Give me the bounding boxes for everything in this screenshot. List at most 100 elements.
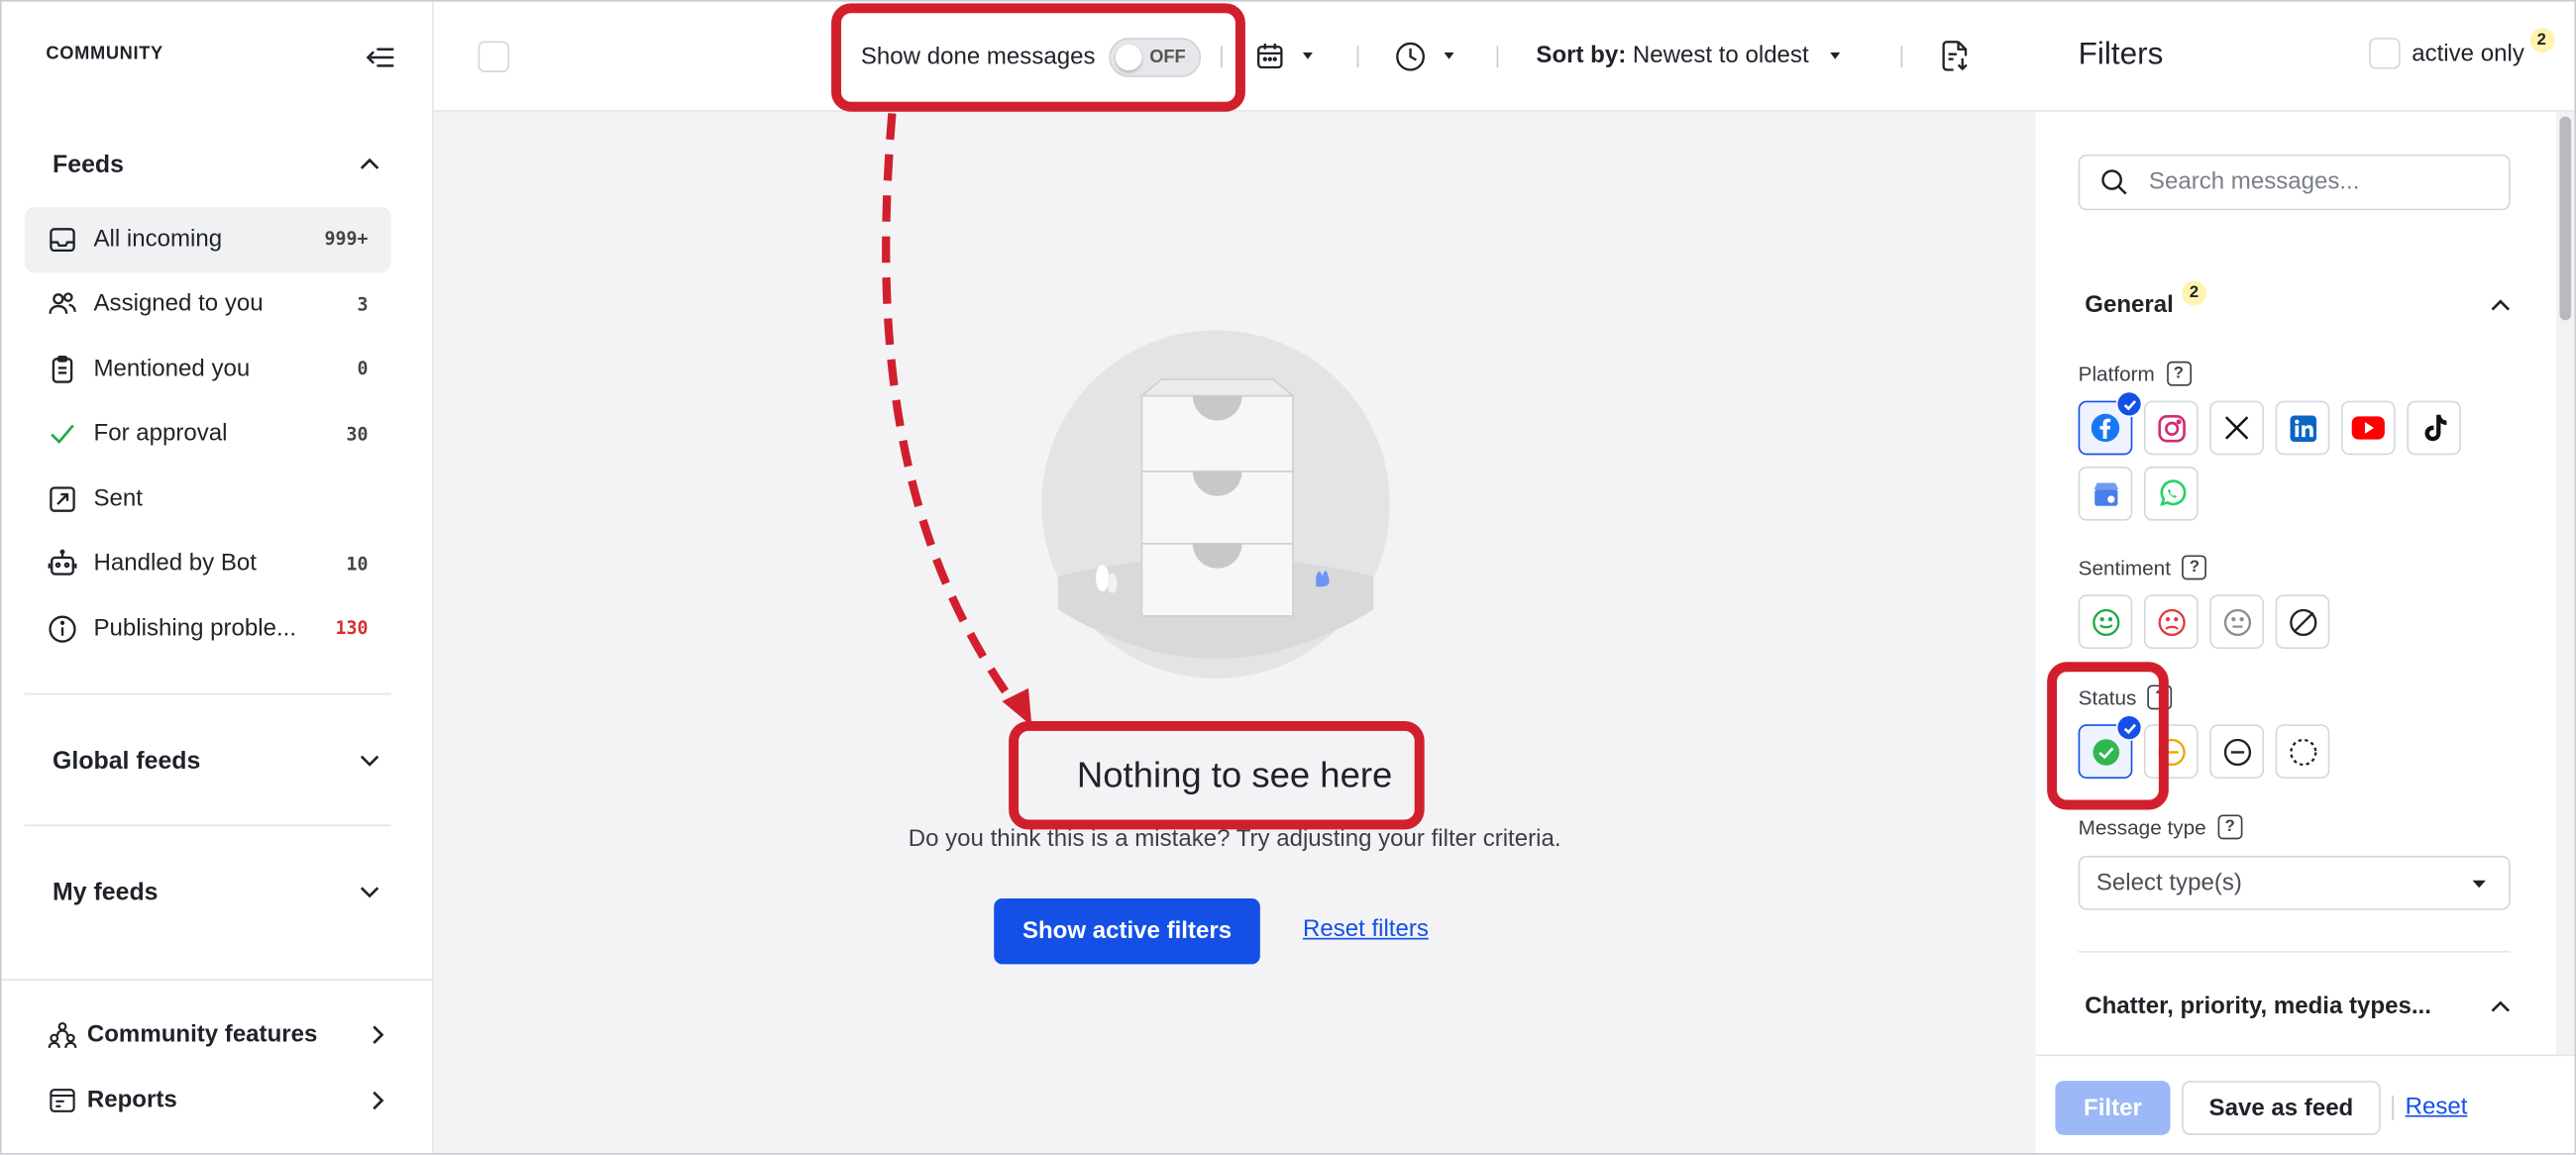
sentiment-neutral-chip[interactable] [2209, 594, 2264, 649]
main-content: Show done messages OFF Sort by: Newest t… [433, 1, 2036, 1154]
neutral-face-icon [2223, 608, 2251, 636]
global-feeds-section-header[interactable]: Global feeds [53, 741, 381, 781]
chevron-right-icon [373, 1091, 384, 1110]
message-type-label: Message type ? [2078, 814, 2243, 840]
minus-circle-icon [2223, 738, 2251, 766]
reports-icon [50, 1089, 75, 1112]
platform-facebook-chip[interactable] [2078, 390, 2143, 456]
sort-dropdown[interactable]: Sort by: Newest to oldest [1536, 38, 1848, 73]
filters-footer: Filter Save as feed Reset [2035, 1054, 2575, 1154]
feeds-section-header[interactable]: Feeds [53, 145, 381, 184]
sidebar-item-label: Assigned to you [93, 290, 264, 318]
chevron-up-icon [360, 158, 379, 169]
my-feeds-section-header[interactable]: My feeds [53, 873, 381, 912]
general-count-badge: 2 [2182, 280, 2206, 306]
sidebar-item-count: 3 [357, 293, 369, 315]
sidebar-item-publishing-problems[interactable]: Publishing proble... 130 [25, 596, 391, 661]
chatter-group-label: Chatter, priority, media types... [2085, 994, 2431, 1020]
message-type-select[interactable]: Select type(s) [2078, 855, 2511, 910]
show-active-filters-button[interactable]: Show active filters [994, 898, 1260, 965]
search-input[interactable] [2148, 168, 2495, 196]
feeds-title: Feeds [53, 150, 124, 178]
search-field[interactable] [2078, 154, 2511, 211]
toolbar-separator [1496, 46, 1499, 67]
sidebar-item-label: Sent [93, 485, 144, 512]
sentiment-none-chip[interactable] [2275, 594, 2330, 649]
sidebar-item-count: 0 [357, 358, 369, 380]
caret-down-icon [1302, 52, 1313, 59]
export-button[interactable] [1937, 38, 1973, 73]
tiktok-icon [2423, 414, 2446, 442]
active-only-label: active only [2412, 40, 2524, 67]
sentiment-positive-chip[interactable] [2078, 594, 2133, 649]
sidebar-divider [24, 824, 391, 827]
sidebar-item-count: 30 [346, 423, 369, 445]
reports-link[interactable]: Reports [48, 1081, 389, 1120]
brand-title: COMMUNITY [46, 44, 163, 64]
platform-youtube-chip[interactable] [2340, 400, 2396, 456]
message-type-label-text: Message type [2078, 815, 2206, 839]
x-twitter-icon [2224, 416, 2249, 440]
check-icon [46, 418, 78, 451]
export-document-icon [1942, 41, 1968, 71]
sidebar-item-handled-by-bot[interactable]: Handled by Bot 10 [25, 531, 391, 595]
toolbar-separator [1356, 46, 1359, 67]
filters-scrollbar-thumb[interactable] [2559, 116, 2572, 321]
sentiment-chips [2078, 594, 2330, 649]
caret-down-icon [1830, 52, 1841, 59]
platform-tiktok-chip[interactable] [2407, 400, 2461, 456]
filters-divider [2078, 951, 2511, 953]
general-title: General [2085, 292, 2174, 319]
reset-filters-link[interactable]: Reset filters [1303, 916, 1429, 943]
selected-check-icon [2115, 390, 2143, 418]
chevron-down-icon [360, 887, 379, 898]
platform-linkedin-chip[interactable] [2275, 400, 2330, 456]
sidebar-item-for-approval[interactable]: For approval 30 [25, 401, 391, 466]
sort-value: Newest to oldest [1632, 43, 1809, 69]
toolbar-separator [1900, 46, 1903, 67]
bot-icon [46, 548, 78, 580]
save-as-feed-button[interactable]: Save as feed [2182, 1081, 2381, 1135]
status-none-chip[interactable] [2275, 724, 2330, 779]
footer-separator [2392, 1096, 2394, 1120]
sidebar-item-mentioned[interactable]: Mentioned you 0 [25, 337, 391, 401]
platform-whatsapp-chip[interactable] [2143, 466, 2199, 521]
sidebar-item-assigned[interactable]: Assigned to you 3 [25, 271, 391, 336]
community-icon [48, 1021, 77, 1049]
platform-instagram-chip[interactable] [2143, 400, 2199, 456]
google-business-icon [2093, 481, 2118, 505]
caret-down-icon [1444, 52, 1454, 59]
active-only-checkbox[interactable]: active only 2 [2369, 28, 2554, 69]
general-group-header[interactable]: General 2 [2085, 280, 2512, 326]
my-feeds-title: My feeds [53, 878, 159, 906]
help-icon[interactable]: ? [2182, 555, 2207, 580]
sent-arrow-icon [46, 482, 78, 515]
sentiment-negative-chip[interactable] [2143, 594, 2199, 649]
platform-label-text: Platform [2078, 362, 2155, 385]
platform-x-chip[interactable] [2209, 400, 2264, 456]
filter-button[interactable]: Filter [2055, 1081, 2171, 1135]
platform-google-business-chip[interactable] [2078, 466, 2133, 521]
filters-header: Filters active only 2 [2035, 2, 2575, 112]
help-icon[interactable]: ? [2217, 814, 2243, 840]
chatter-group-header[interactable]: Chatter, priority, media types... [2085, 988, 2512, 1027]
reset-link[interactable]: Reset [2406, 1094, 2468, 1120]
sidebar-item-count: 10 [346, 553, 369, 575]
sidebar-item-label: For approval [93, 420, 228, 448]
status-open-chip[interactable] [2209, 724, 2264, 779]
info-icon [46, 612, 78, 645]
collapse-icon [366, 48, 394, 67]
chevron-up-icon [2491, 1000, 2511, 1012]
community-features-link[interactable]: Community features [48, 1015, 389, 1055]
users-icon [46, 288, 78, 321]
sidebar-item-label: Mentioned you [93, 356, 251, 382]
collapse-sidebar-button[interactable] [362, 40, 397, 75]
time-filter-dropdown[interactable] [1395, 38, 1462, 73]
sidebar-item-sent[interactable]: Sent [25, 467, 391, 531]
sidebar-divider [24, 692, 391, 695]
select-all-checkbox[interactable] [478, 41, 510, 72]
date-filter-dropdown[interactable] [1255, 38, 1321, 73]
sidebar-item-all-incoming[interactable]: All incoming 999+ [24, 206, 391, 272]
smile-icon [2092, 608, 2119, 636]
help-icon[interactable]: ? [2166, 361, 2192, 386]
